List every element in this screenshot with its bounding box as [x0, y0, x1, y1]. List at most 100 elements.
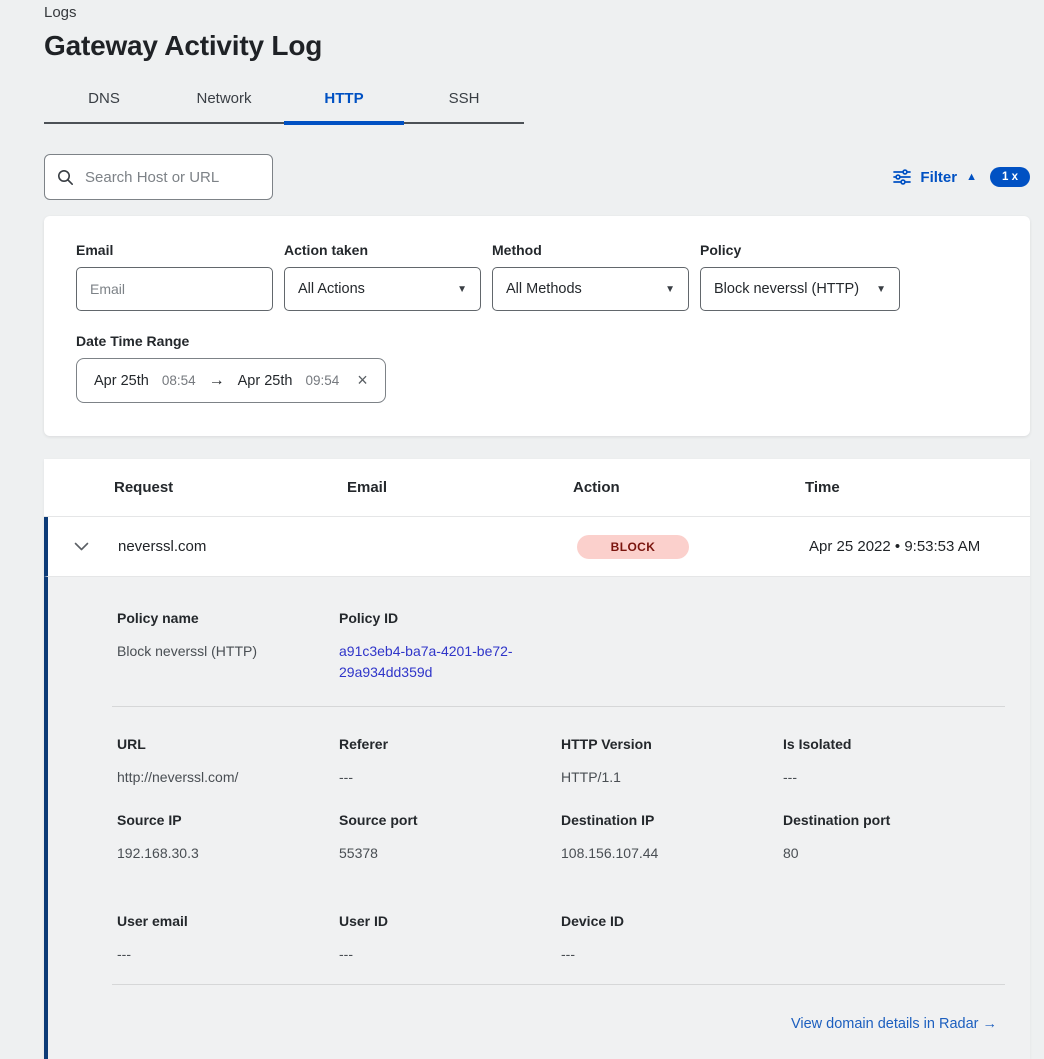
destination-port-value: 80 — [783, 843, 1005, 864]
detail-field: HTTP Version HTTP/1.1 — [561, 736, 783, 788]
referer-label: Referer — [339, 736, 561, 752]
url-label: URL — [117, 736, 339, 752]
search-icon — [57, 169, 74, 186]
activity-table: Request Email Action Time neverssl.com B… — [44, 459, 1030, 1059]
detail-section-user: User email --- User ID --- Device ID --- — [48, 913, 1030, 965]
filter-count-badge: 1 x — [990, 167, 1030, 187]
detail-field: URL http://neverssl.com/ — [117, 736, 339, 788]
chevron-down-icon: ▼ — [876, 284, 886, 295]
email-label: Email — [76, 242, 273, 258]
detail-field: Destination IP 108.156.107.44 — [561, 812, 783, 864]
radar-link-row: View domain details in Radar → — [48, 1015, 1030, 1033]
filter-field-date-range: Date Time Range Apr 25th 08:54 → Apr 25t… — [76, 333, 998, 403]
is-isolated-label: Is Isolated — [783, 736, 1005, 752]
radar-link[interactable]: View domain details in Radar → — [791, 1016, 997, 1032]
status-badge: BLOCK — [577, 535, 689, 559]
policy-label: Policy — [700, 242, 900, 258]
detail-field: User ID --- — [339, 913, 561, 965]
range-start-time: 08:54 — [162, 373, 196, 388]
source-port-label: Source port — [339, 812, 561, 828]
policy-value: Block neverssl (HTTP) — [714, 281, 859, 297]
user-id-value: --- — [339, 944, 561, 965]
action-taken-label: Action taken — [284, 242, 481, 258]
http-version-value: HTTP/1.1 — [561, 767, 783, 788]
column-header-action: Action — [573, 479, 805, 496]
date-range-label: Date Time Range — [76, 333, 998, 349]
chevron-down-icon: ▼ — [457, 284, 467, 295]
section-divider — [112, 984, 1005, 985]
search-input[interactable] — [83, 168, 260, 187]
source-port-value: 55378 — [339, 843, 561, 864]
caret-up-icon: ▲ — [966, 172, 977, 183]
user-email-value: --- — [117, 944, 339, 965]
range-end-date: Apr 25th — [238, 373, 293, 389]
table-row[interactable]: neverssl.com BLOCK Apr 25 2022 • 9:53:53… — [44, 517, 1030, 577]
policy-id-link[interactable]: a91c3eb4-ba7a-4201-be72-29a934dd359d — [339, 641, 531, 683]
destination-ip-value: 108.156.107.44 — [561, 843, 783, 864]
detail-section-network: Source IP 192.168.30.3 Source port 55378… — [48, 812, 1030, 864]
arrow-right-icon: → — [209, 372, 225, 390]
table-header: Request Email Action Time — [44, 459, 1030, 517]
policy-select[interactable]: Block neverssl (HTTP) ▼ — [700, 267, 900, 311]
detail-section-policy: Policy name Block neverssl (HTTP) Policy… — [48, 610, 1030, 683]
url-value: http://neverssl.com/ — [117, 767, 339, 788]
user-id-label: User ID — [339, 913, 561, 929]
device-id-value: --- — [561, 944, 783, 965]
date-range-picker[interactable]: Apr 25th 08:54 → Apr 25th 09:54 × — [76, 358, 386, 403]
column-header-time: Time — [805, 479, 1030, 496]
detail-field: Source port 55378 — [339, 812, 561, 864]
row-time: Apr 25 2022 • 9:53:53 AM — [809, 538, 1030, 555]
page-title: Gateway Activity Log — [44, 30, 1030, 62]
filter-field-action-taken: Action taken All Actions ▼ — [284, 242, 481, 311]
detail-field: Policy name Block neverssl (HTTP) — [117, 610, 339, 662]
detail-field: Device ID --- — [561, 913, 783, 965]
filter-field-method: Method All Methods ▼ — [492, 242, 689, 311]
section-divider — [112, 706, 1005, 707]
method-value: All Methods — [506, 281, 582, 297]
filter-label: Filter — [920, 169, 957, 186]
tab-dns[interactable]: DNS — [44, 80, 164, 122]
filter-icon — [893, 169, 911, 185]
tab-ssh[interactable]: SSH — [404, 80, 524, 122]
filter-field-email: Email — [76, 242, 273, 311]
destination-port-label: Destination port — [783, 812, 1005, 828]
tab-network[interactable]: Network — [164, 80, 284, 122]
detail-field: Destination port 80 — [783, 812, 1005, 864]
detail-field: Is Isolated --- — [783, 736, 1005, 788]
chevron-down-icon: ▼ — [665, 284, 675, 295]
detail-field: Policy ID a91c3eb4-ba7a-4201-be72-29a934… — [339, 610, 561, 683]
device-id-label: Device ID — [561, 913, 783, 929]
policy-id-label: Policy ID — [339, 610, 561, 626]
detail-field: User email --- — [117, 913, 339, 965]
user-email-label: User email — [117, 913, 339, 929]
destination-ip-label: Destination IP — [561, 812, 783, 828]
email-input[interactable] — [76, 267, 273, 311]
referer-value: --- — [339, 767, 561, 788]
action-taken-select[interactable]: All Actions ▼ — [284, 267, 481, 311]
is-isolated-value: --- — [783, 767, 1005, 788]
policy-name-value: Block neverssl (HTTP) — [117, 641, 339, 662]
tab-http[interactable]: HTTP — [284, 80, 404, 122]
detail-field: Referer --- — [339, 736, 561, 788]
source-ip-value: 192.168.30.3 — [117, 843, 339, 864]
method-select[interactable]: All Methods ▼ — [492, 267, 689, 311]
source-ip-label: Source IP — [117, 812, 339, 828]
column-header-email: Email — [347, 479, 573, 496]
filter-field-policy: Policy Block neverssl (HTTP) ▼ — [700, 242, 900, 311]
range-start-date: Apr 25th — [94, 373, 149, 389]
filter-toggle[interactable]: Filter ▲ 1 x — [893, 167, 1030, 187]
expand-chevron-icon[interactable] — [44, 542, 118, 551]
detail-field: Source IP 192.168.30.3 — [117, 812, 339, 864]
tab-bar: DNS Network HTTP SSH — [44, 80, 524, 124]
search-box — [44, 154, 273, 200]
policy-name-label: Policy name — [117, 610, 339, 626]
method-label: Method — [492, 242, 689, 258]
breadcrumb[interactable]: Logs — [44, 4, 1030, 21]
filter-fields-row: Email Action taken All Actions ▼ Method … — [76, 242, 998, 311]
page-content: Logs Gateway Activity Log DNS Network HT… — [0, 0, 1044, 1059]
http-version-label: HTTP Version — [561, 736, 783, 752]
clear-range-icon[interactable]: × — [357, 370, 368, 391]
row-detail-panel: Policy name Block neverssl (HTTP) Policy… — [44, 577, 1030, 1059]
row-request: neverssl.com — [118, 538, 351, 555]
detail-section-request: URL http://neverssl.com/ Referer --- HTT… — [48, 736, 1030, 788]
